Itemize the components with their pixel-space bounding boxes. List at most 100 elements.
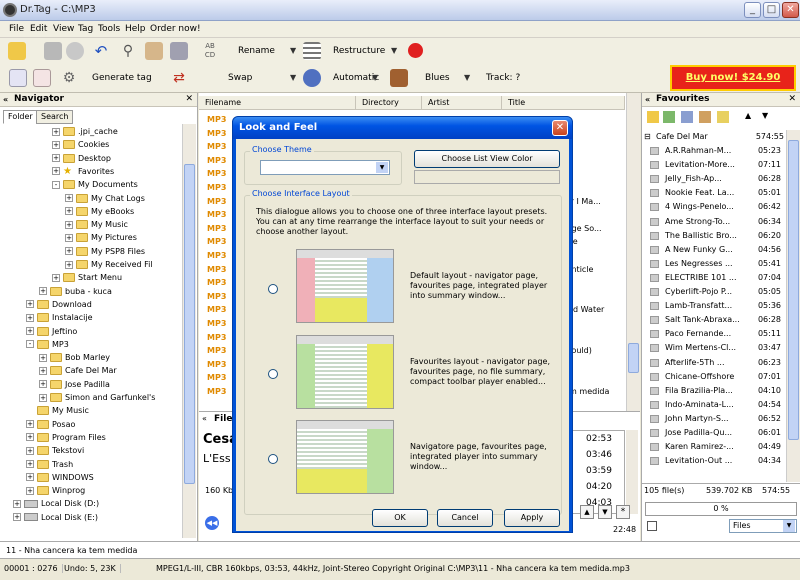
fav-folder-icon[interactable]: [647, 111, 659, 123]
expand-icon[interactable]: +: [26, 327, 34, 335]
layout-radio-default[interactable]: [268, 284, 278, 294]
tree-item[interactable]: + Start Menu: [52, 271, 122, 284]
expand-icon[interactable]: +: [52, 154, 60, 163]
genre-label[interactable]: Blues: [425, 73, 450, 83]
expand-icon[interactable]: +: [13, 499, 21, 508]
expand-icon[interactable]: +: [26, 486, 34, 495]
disk-icon[interactable]: [170, 42, 188, 60]
restructure-icon[interactable]: [303, 42, 321, 60]
genre-dropdown-icon[interactable]: ▼: [464, 73, 470, 82]
fav-settings-icon[interactable]: [717, 111, 729, 123]
tree-item[interactable]: + WINDOWS: [26, 471, 94, 484]
expand-icon[interactable]: +: [39, 393, 47, 402]
open-folder-icon[interactable]: [8, 42, 26, 60]
expand-icon[interactable]: +: [26, 420, 34, 429]
save-icon[interactable]: [44, 42, 62, 60]
favourite-item[interactable]: Ame Strong-To... 06:34: [647, 215, 787, 228]
swap-icon[interactable]: ⇄: [170, 69, 188, 87]
expand-icon[interactable]: +: [52, 167, 60, 176]
fav-down-icon[interactable]: ▼: [762, 111, 768, 120]
tree-item[interactable]: + Trash: [26, 458, 73, 471]
track-label[interactable]: Track: ?: [486, 73, 520, 83]
tree-item[interactable]: + Cafe Del Mar: [39, 364, 117, 377]
expand-icon[interactable]: +: [52, 127, 60, 136]
expand-icon[interactable]: +: [65, 194, 73, 202]
stop-sign-icon[interactable]: [408, 43, 423, 58]
favourite-item[interactable]: Jose Padilla-Qu... 06:01: [647, 426, 787, 439]
tree-item[interactable]: + Posao: [26, 418, 75, 431]
rename-icon[interactable]: AB CD: [201, 42, 219, 60]
tree-item[interactable]: - MP3: [26, 338, 69, 351]
collapse-icon[interactable]: -: [26, 340, 34, 349]
expand-icon[interactable]: +: [26, 473, 34, 482]
menu-view[interactable]: View: [53, 24, 74, 34]
menu-file[interactable]: File: [9, 24, 24, 34]
search-icon[interactable]: ⚲: [119, 42, 137, 60]
menu-tag[interactable]: Tag: [78, 24, 93, 34]
favourite-item[interactable]: Karen Ramirez-... 04:49: [647, 440, 787, 453]
expand-icon[interactable]: +: [52, 273, 60, 282]
favourites-group[interactable]: ⊟ Cafe Del Mar 574:55: [644, 130, 786, 143]
tree-item[interactable]: + My PSP8 Files: [65, 245, 145, 258]
stop-icon[interactable]: [66, 42, 84, 60]
tree-item[interactable]: + My eBooks: [65, 205, 134, 218]
favourite-item[interactable]: Nookie Feat. La... 05:01: [647, 186, 787, 199]
tree-item[interactable]: + Download: [26, 298, 92, 311]
player-up-button[interactable]: ▲: [580, 505, 594, 519]
expand-icon[interactable]: +: [39, 287, 47, 296]
swap-dropdown-icon[interactable]: ▼: [290, 73, 296, 82]
collapse-icon[interactable]: «: [3, 93, 8, 106]
swap-label[interactable]: Swap: [228, 73, 252, 83]
tree-item[interactable]: + Tekstovi: [26, 444, 84, 457]
expand-icon[interactable]: +: [65, 220, 73, 229]
expand-icon[interactable]: +: [39, 366, 47, 375]
collapse-icon[interactable]: -: [52, 180, 60, 189]
tab-search[interactable]: Search: [36, 110, 74, 124]
cancel-button[interactable]: Cancel: [437, 509, 493, 527]
collapse-summary-icon[interactable]: «: [202, 414, 207, 423]
favourite-item[interactable]: A.R.Rahman-M... 05:23: [647, 144, 787, 157]
tree-item[interactable]: + Simon and Garfunkel's: [39, 391, 155, 404]
generate-tag-label[interactable]: Generate tag: [92, 73, 152, 83]
favourite-item[interactable]: Paco Fernande... 05:11: [647, 327, 787, 340]
navigator-scrollbar[interactable]: [182, 124, 196, 538]
expand-icon[interactable]: +: [65, 247, 73, 256]
menu-tools[interactable]: Tools: [98, 24, 120, 34]
person-icon[interactable]: [145, 42, 163, 60]
tab-folder[interactable]: Folder: [3, 110, 38, 124]
tree-item[interactable]: + Desktop: [52, 152, 111, 165]
theme-select[interactable]: ▼: [260, 160, 390, 175]
tree-item[interactable]: + Program Files: [26, 431, 106, 444]
favourite-item[interactable]: Les Negresses ... 05:41: [647, 257, 787, 270]
expand-icon[interactable]: +: [39, 380, 47, 389]
tree-item[interactable]: + Winprog: [26, 484, 85, 497]
favourite-item[interactable]: John Martyn-S... 06:52: [647, 412, 787, 425]
rename-label[interactable]: Rename: [238, 46, 275, 56]
fav-checkbox[interactable]: [647, 521, 657, 531]
favourite-item[interactable]: Chicane-Offshore 07:01: [647, 370, 787, 383]
favourite-item[interactable]: Afterlife-5Th ... 06:23: [647, 356, 787, 369]
menu-order-now[interactable]: Order now!: [150, 24, 201, 34]
restructure-label[interactable]: Restructure: [333, 46, 385, 56]
rename-dropdown-icon[interactable]: ▼: [290, 46, 296, 55]
expand-icon[interactable]: +: [13, 513, 21, 522]
close-navigator-icon[interactable]: ✕: [185, 93, 193, 106]
expand-icon[interactable]: +: [26, 446, 34, 455]
menu-help[interactable]: Help: [125, 24, 146, 34]
restructure-dropdown-icon[interactable]: ▼: [391, 46, 397, 55]
tree-item[interactable]: + Bob Marley: [39, 351, 110, 364]
delete-tag-icon[interactable]: [33, 69, 51, 87]
favourite-item[interactable]: Lamb-Transfatt... 05:36: [647, 299, 787, 312]
buy-now-button[interactable]: Buy now! $24.90: [670, 65, 796, 91]
favourites-scroll-thumb[interactable]: [788, 140, 799, 440]
tree-item[interactable]: + My Music: [65, 218, 128, 231]
col-directory[interactable]: Directory: [356, 96, 422, 110]
filelist-scrollbar[interactable]: [626, 93, 640, 411]
tree-item[interactable]: + Local Disk (E:): [13, 511, 98, 524]
maximize-button[interactable]: □: [763, 2, 780, 18]
tree-item[interactable]: + Local Disk (D:): [13, 497, 99, 510]
expand-icon[interactable]: +: [26, 313, 34, 322]
rewind-icon[interactable]: ◀◀: [205, 516, 219, 530]
expand-icon[interactable]: +: [26, 460, 34, 468]
apply-button[interactable]: Apply: [504, 509, 560, 527]
